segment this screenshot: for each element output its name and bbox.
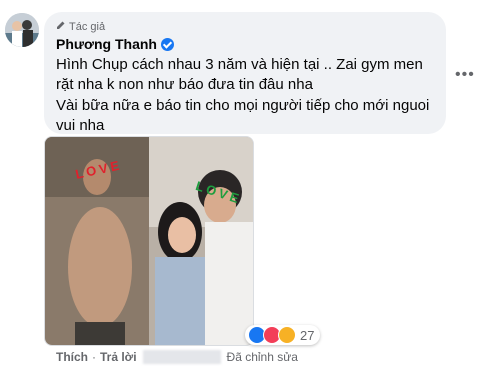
author-avatar[interactable] bbox=[5, 13, 39, 47]
reaction-count: 27 bbox=[300, 327, 315, 343]
comment-text-line: vui nha bbox=[56, 117, 105, 134]
verified-badge-icon bbox=[160, 37, 174, 51]
pen-icon bbox=[56, 20, 66, 33]
comment-text-line: rặt nha k non như báo đưa tin đâu nha bbox=[56, 76, 313, 93]
author-role-badge: Tác giả bbox=[56, 20, 105, 33]
reaction-summary[interactable]: 27 bbox=[245, 325, 321, 345]
reply-button[interactable]: Trả lời bbox=[100, 350, 137, 364]
comment-text-line: Hình Chụp cách nhau 3 năm và hiện tại ..… bbox=[56, 56, 423, 73]
comment-photo[interactable]: LOVE LOVE bbox=[44, 136, 254, 346]
redacted-timestamp bbox=[142, 350, 221, 364]
author-name[interactable]: Phương Thanh bbox=[56, 36, 157, 52]
wow-icon bbox=[278, 326, 296, 344]
more-options-icon[interactable]: ••• bbox=[455, 66, 475, 84]
like-button[interactable]: Thích bbox=[56, 350, 88, 364]
separator: · bbox=[92, 350, 96, 364]
comment-bubble: Tác giả Phương Thanh Hình Chụp cách nhau… bbox=[44, 12, 446, 134]
comment-text-line: Vài bữa nữa e báo tin cho mọi người tiếp… bbox=[56, 97, 430, 114]
edited-label: Đã chỉnh sửa bbox=[226, 350, 298, 364]
comment-actions: Thích · Trả lời Đã chỉnh sửa bbox=[56, 350, 298, 364]
author-role-label: Tác giả bbox=[69, 20, 106, 33]
